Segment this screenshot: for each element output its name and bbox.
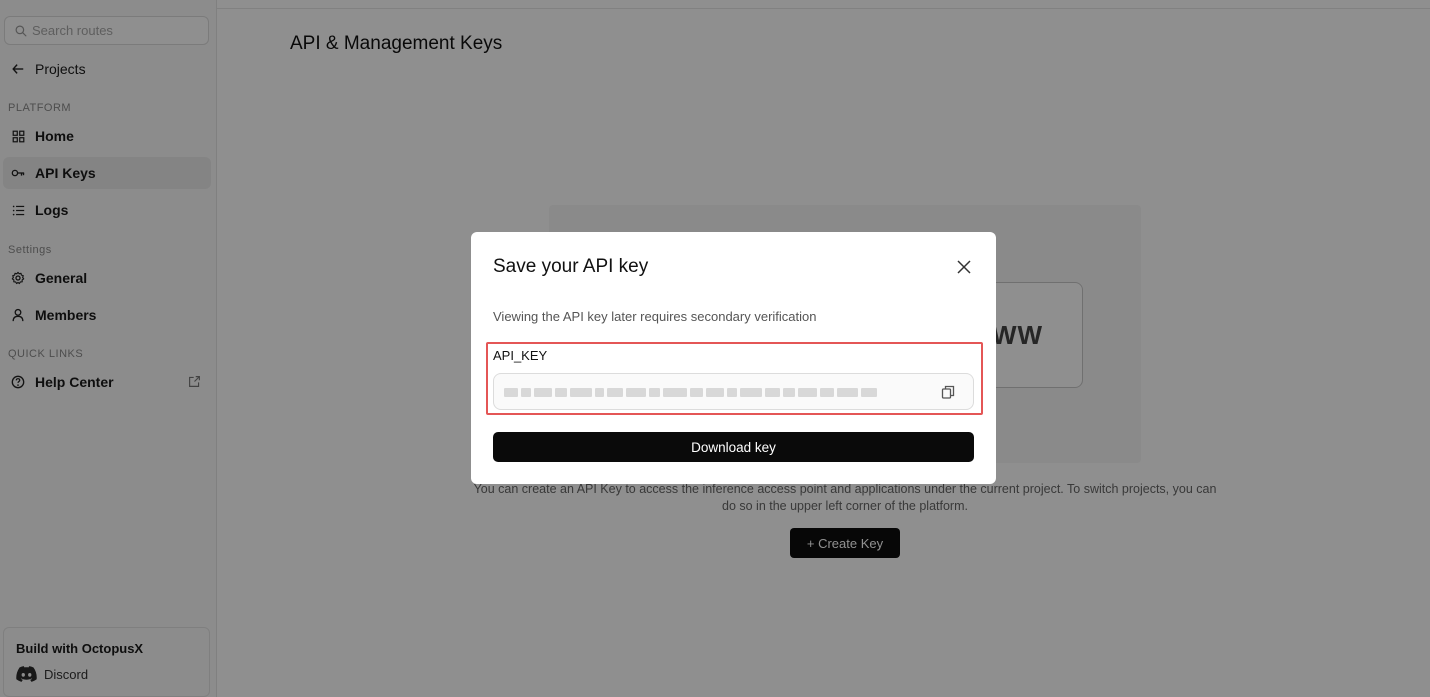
copy-icon[interactable] bbox=[941, 385, 955, 399]
modal-title: Save your API key bbox=[493, 256, 649, 277]
modal-subtitle: Viewing the API key later requires secon… bbox=[493, 309, 817, 324]
close-icon[interactable] bbox=[957, 260, 971, 274]
api-key-label: API_KEY bbox=[493, 348, 548, 363]
redacted-key-value bbox=[504, 386, 880, 399]
download-key-button[interactable]: Download key bbox=[493, 432, 974, 462]
save-api-key-modal: Save your API key Viewing the API key la… bbox=[471, 232, 996, 484]
api-key-field[interactable] bbox=[493, 373, 974, 410]
